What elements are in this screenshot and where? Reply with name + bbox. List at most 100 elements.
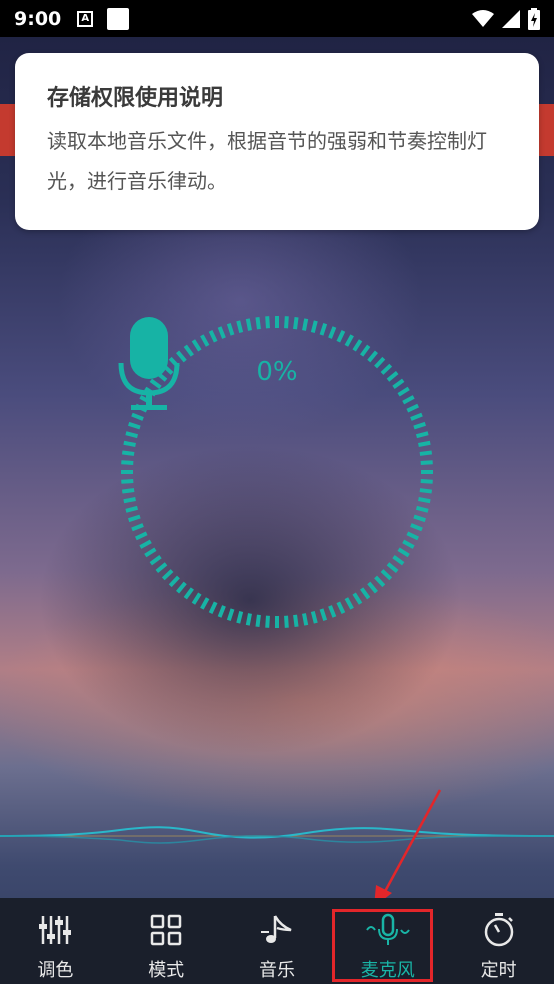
ring-tick <box>420 460 433 465</box>
ring-tick <box>419 488 433 494</box>
ring-tick <box>410 523 423 532</box>
ring-tick <box>328 605 337 618</box>
ring-tick <box>386 562 399 573</box>
ring-tick <box>121 450 135 456</box>
ring-tick <box>402 395 415 405</box>
microphone-level-panel: 0% <box>118 313 436 631</box>
ring-tick <box>319 323 328 336</box>
ring-tick <box>125 505 139 513</box>
ring-tick <box>125 431 139 439</box>
nav-item-music[interactable]: 音乐 <box>222 898 333 984</box>
wifi-icon <box>472 9 494 27</box>
ring-tick <box>419 450 433 456</box>
ring-tick <box>420 479 433 484</box>
ring-tick <box>134 531 148 541</box>
ring-tick <box>413 514 426 523</box>
nav-item-mode[interactable]: 模式 <box>111 898 222 984</box>
ring-tick <box>208 329 218 343</box>
ring-tick <box>319 608 328 621</box>
stopwatch-icon <box>484 913 513 947</box>
permission-description: 读取本地音乐文件，根据音节的强弱和节奏控制灯光，进行音乐律动。 <box>47 129 487 193</box>
ring-tick <box>344 597 354 610</box>
notification-a-icon: A <box>77 10 94 27</box>
ring-tick <box>121 460 134 465</box>
ring-tick <box>255 316 261 330</box>
ring-tick <box>208 601 218 615</box>
ring-tick <box>123 497 136 504</box>
ring-tick <box>344 334 354 347</box>
sliders-icon <box>39 916 72 944</box>
ring-tick <box>144 547 157 558</box>
ring-tick <box>200 597 210 610</box>
ring-tick <box>128 421 141 430</box>
ring-tick <box>139 539 152 549</box>
ring-tick <box>310 610 318 624</box>
ring-tick <box>418 440 431 447</box>
nav-label: 模式 <box>148 960 185 981</box>
ring-tick <box>406 403 420 413</box>
ring-tick <box>121 479 134 484</box>
ring-tick <box>183 587 194 600</box>
annotation-highlight-box <box>332 909 433 982</box>
ring-tick <box>265 316 270 329</box>
bottom-navigation: 调色 模式 音乐 麦克风 定时 <box>0 898 554 984</box>
signal-icon <box>502 9 520 28</box>
ring-tick <box>226 323 235 336</box>
ring-tick <box>245 318 252 331</box>
ring-tick <box>217 605 226 618</box>
ring-tick <box>161 569 174 581</box>
ring-tick <box>302 318 309 331</box>
nav-item-timer[interactable]: 定时 <box>443 898 554 984</box>
ring-tick <box>255 614 261 628</box>
ring-tick <box>397 547 410 558</box>
ring-tick <box>265 615 270 628</box>
ring-tick <box>293 316 299 330</box>
ring-tick <box>176 581 187 594</box>
annotation-arrow <box>374 789 442 907</box>
ring-tick <box>284 615 289 628</box>
ring-tick <box>302 613 309 626</box>
permission-explanation-card: 存储权限使用说明 读取本地音乐文件，根据音节的强弱和节奏控制灯光，进行音乐律动。 <box>15 53 539 230</box>
ring-tick <box>121 488 135 494</box>
ring-tick <box>310 320 318 334</box>
ring-tick <box>131 412 144 421</box>
microphone-icon[interactable] <box>118 313 180 413</box>
ring-tick <box>183 344 194 357</box>
status-time: 9:00 <box>14 7 62 30</box>
ring-tick <box>236 610 244 624</box>
square-icon <box>107 7 130 30</box>
nav-label: 调色 <box>37 960 74 981</box>
ring-tick <box>413 421 426 430</box>
ring-tick <box>155 562 168 573</box>
status-bar: 9:00 A <box>0 0 554 37</box>
ring-tick <box>415 431 429 439</box>
ring-tick <box>352 339 363 352</box>
audio-waveform <box>0 826 554 844</box>
ring-tick <box>410 412 423 421</box>
ring-tick <box>200 334 210 347</box>
ring-tick <box>397 386 410 397</box>
ring-tick <box>328 326 337 339</box>
ring-tick <box>128 514 141 523</box>
ring-tick <box>380 569 393 581</box>
ring-tick <box>245 613 252 626</box>
ring-tick <box>131 523 144 532</box>
ring-tick <box>418 497 431 504</box>
ring-tick <box>360 587 371 600</box>
ring-tick <box>360 344 371 357</box>
ring-tick <box>149 555 162 566</box>
ring-tick <box>191 339 202 352</box>
ring-tick <box>236 320 244 334</box>
grid-icon <box>150 914 182 946</box>
ring-tick <box>415 505 429 513</box>
ring-tick <box>402 539 415 549</box>
nav-item-color[interactable]: 调色 <box>0 898 111 984</box>
permission-title: 存储权限使用说明 <box>47 86 224 111</box>
ring-tick <box>217 326 226 339</box>
ring-tick <box>374 575 386 588</box>
ring-tick <box>367 581 378 594</box>
ring-tick <box>168 575 180 588</box>
status-indicators <box>472 7 540 30</box>
ring-tick <box>392 555 405 566</box>
ring-tick <box>284 316 289 329</box>
